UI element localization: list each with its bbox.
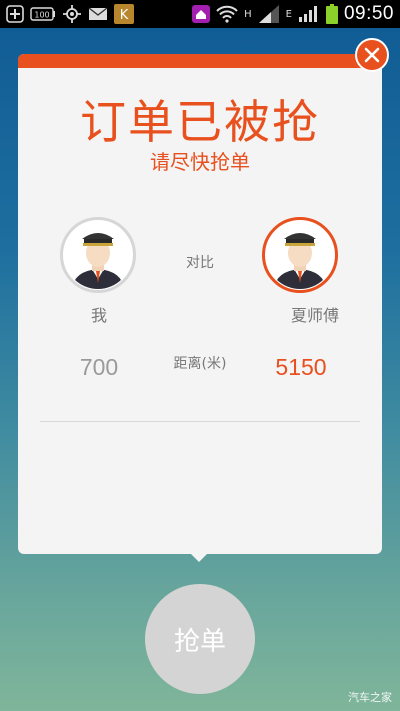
close-icon <box>364 47 380 63</box>
home-icon <box>192 5 211 23</box>
driver-avatar-icon <box>64 221 132 289</box>
driver-avatar-icon <box>266 221 334 289</box>
dialog-pointer <box>189 552 209 562</box>
dialog-subtitle: 请尽快抢单 <box>150 150 250 174</box>
signal-icon <box>258 5 280 23</box>
close-button[interactable] <box>355 38 389 72</box>
battery-100-icon: 100 <box>30 5 56 23</box>
dialog-accent-bar <box>18 54 382 68</box>
divider <box>40 421 360 422</box>
cell-signal-icon <box>298 5 320 23</box>
gps-icon <box>62 5 82 23</box>
my-name: 我 <box>90 306 107 325</box>
my-distance: 700 <box>79 354 119 380</box>
network-e-label: E <box>285 8 292 20</box>
network-h-label: H <box>244 8 252 20</box>
dialog-title: 订单已被抢 <box>80 95 320 149</box>
grab-order-button[interactable]: 抢单 <box>145 584 255 694</box>
status-right-icons: H E 09:50 <box>192 3 394 25</box>
other-driver-avatar <box>262 217 338 293</box>
compare-label: 对比 <box>186 255 214 271</box>
wifi-icon <box>216 5 238 23</box>
app-k-icon: K <box>114 4 134 24</box>
mail-icon <box>88 5 108 23</box>
plus-icon <box>6 5 24 23</box>
battery-icon <box>325 4 338 24</box>
distance-label: 距离(米) <box>173 356 227 372</box>
svg-text:K: K <box>120 8 129 23</box>
status-bar: 100 K H E 09:50 <box>0 0 400 28</box>
my-avatar <box>60 217 136 293</box>
svg-text:100: 100 <box>34 11 49 20</box>
watermark: 汽车之家 <box>348 691 392 704</box>
status-left-icons: 100 K <box>6 4 134 24</box>
other-driver-distance: 5150 <box>275 354 327 380</box>
other-driver-name: 夏师傅 <box>290 306 339 325</box>
status-time: 09:50 <box>343 3 394 24</box>
